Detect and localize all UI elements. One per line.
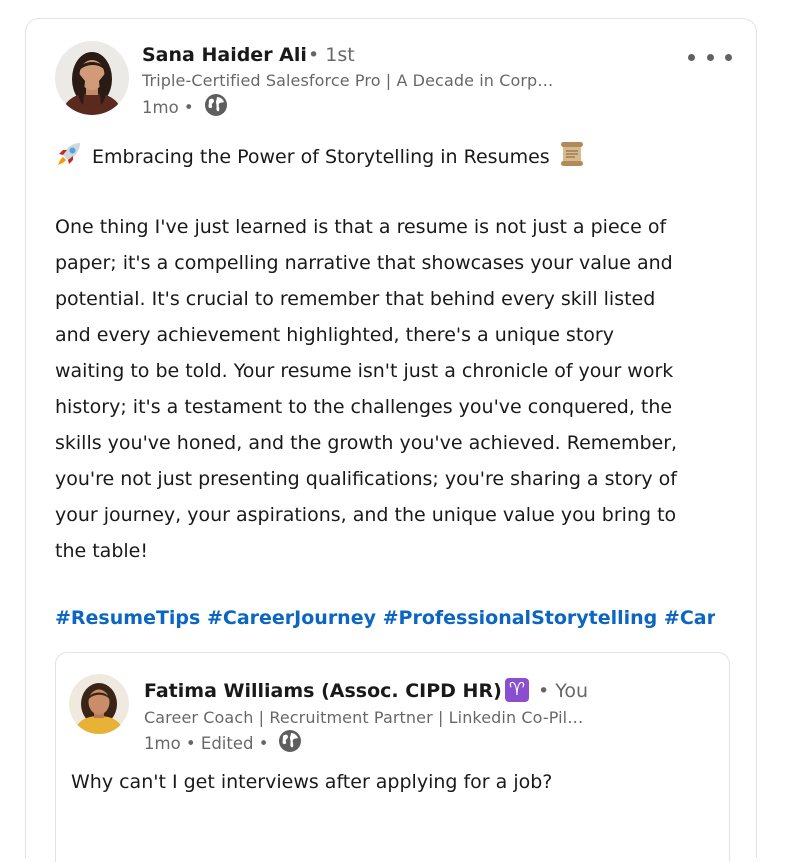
post-body-line: paper; it's a compelling narrative that … xyxy=(55,252,673,274)
post-body-line: the table! xyxy=(55,540,148,562)
post-body-line: skills you've honed, and the growth you'… xyxy=(55,432,678,454)
connection-degree: • 1st xyxy=(308,44,355,66)
reshared-post-text: Why can't I get interviews after applyin… xyxy=(71,771,553,793)
reshared-author-avatar[interactable] xyxy=(69,674,129,734)
reshared-author-relation: • You xyxy=(538,680,588,702)
globe-icon xyxy=(278,729,302,757)
post-body-line: history; it's a testament to the challen… xyxy=(55,396,673,418)
post-body: One thing I've just learned is that a re… xyxy=(55,209,727,569)
author-avatar[interactable] xyxy=(55,41,129,115)
post-body-line: One thing I've just learned is that a re… xyxy=(55,216,667,238)
post-title: Embracing the Power of Storytelling in R… xyxy=(92,145,550,168)
post-title-line: Embracing the Power of Storytelling in R… xyxy=(56,140,586,173)
more-options-button[interactable] xyxy=(688,47,732,67)
author-headline: Triple-Certified Salesforce Pro | A Deca… xyxy=(142,71,554,90)
scroll-icon xyxy=(558,140,586,173)
reshared-post-timestamp: 1mo • Edited • xyxy=(144,734,269,753)
reshared-post[interactable]: Fatima Williams (Assoc. CIPD HR) ♈ • You… xyxy=(55,652,730,862)
post-timestamp: 1mo • xyxy=(142,98,194,117)
hashtag-link[interactable]: #CareerJourney xyxy=(207,607,376,629)
reshared-author-headline: Career Coach | Recruitment Partner | Lin… xyxy=(144,708,584,727)
post-body-line: waiting to be told. Your resume isn't ju… xyxy=(55,360,674,382)
post-body-line: potential. It's crucial to remember that… xyxy=(55,288,656,310)
hashtag-link[interactable]: #ResumeTips xyxy=(55,607,200,629)
globe-icon xyxy=(204,93,228,121)
aries-sign-icon: ♈ xyxy=(505,678,529,702)
post-body-line: and every achievement highlighted, there… xyxy=(55,324,614,346)
post-body-line: your journey, your aspirations, and the … xyxy=(55,504,677,526)
hashtag-link[interactable]: #Career xyxy=(664,607,715,629)
reshared-author-name[interactable]: Fatima Williams (Assoc. CIPD HR) xyxy=(144,680,502,702)
hashtag-list: #ResumeTips #CareerJourney #Professional… xyxy=(55,607,715,629)
author-name[interactable]: Sana Haider Ali xyxy=(142,44,307,66)
rocket-icon xyxy=(56,141,82,172)
post-card: Sana Haider Ali • 1st Triple-Certified S… xyxy=(25,18,757,862)
ellipsis-icon xyxy=(688,53,695,61)
post-body-line: you're not just presenting qualification… xyxy=(55,468,677,490)
hashtag-link[interactable]: #ProfessionalStorytelling xyxy=(383,607,658,629)
